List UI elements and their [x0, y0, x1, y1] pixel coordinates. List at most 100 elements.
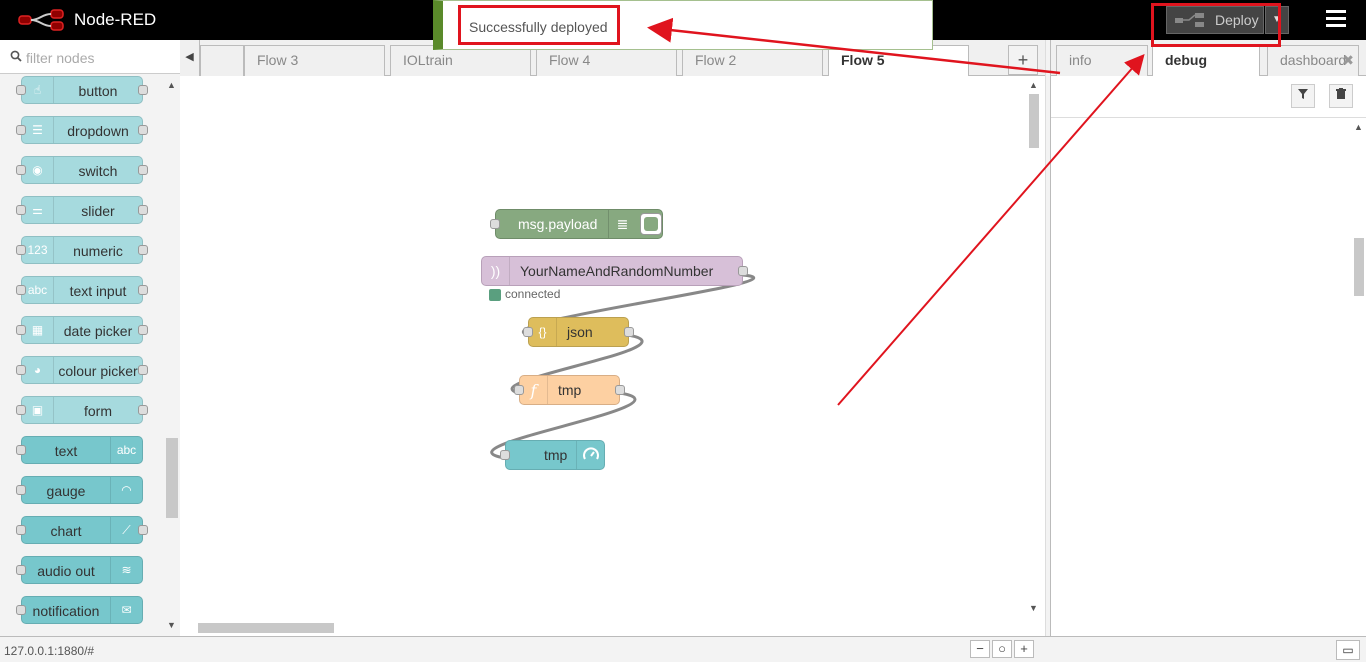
scroll-thumb[interactable]	[166, 438, 178, 518]
notification-text: Successfully deployed	[469, 19, 608, 35]
output-port[interactable]	[138, 165, 148, 175]
audio-icon: ≋	[110, 557, 142, 583]
deploy-button[interactable]: Deploy	[1166, 6, 1264, 34]
sidebar-tab-info[interactable]: info	[1056, 45, 1148, 76]
gauge-node[interactable]: tmp	[500, 440, 605, 470]
palette-node-label: text input	[69, 283, 127, 299]
scroll-thumb[interactable]	[1029, 94, 1039, 148]
close-icon[interactable]: ✖	[1342, 52, 1354, 69]
palette-node-gauge[interactable]: ◠ gauge	[16, 476, 143, 504]
input-port[interactable]	[514, 385, 524, 395]
palette-node-form[interactable]: ▣ form	[16, 396, 148, 424]
canvas-horizontal-scrollbar[interactable]	[180, 620, 1026, 636]
input-port[interactable]	[16, 485, 26, 495]
scroll-up-icon[interactable]: ▲	[1354, 122, 1363, 132]
output-port[interactable]	[138, 205, 148, 215]
tab-scroll-left-button[interactable]: ◀	[180, 40, 200, 76]
output-port[interactable]	[138, 125, 148, 135]
output-port[interactable]	[138, 85, 148, 95]
sidebar-scrollbar[interactable]: ▲	[1351, 118, 1366, 636]
palette-node-colour-picker[interactable]: ◕ colour picker	[16, 356, 148, 384]
input-port[interactable]	[16, 285, 26, 295]
palette-node-dropdown[interactable]: ☰ dropdown	[16, 116, 148, 144]
output-port[interactable]	[138, 525, 148, 535]
scroll-thumb[interactable]	[198, 623, 334, 633]
canvas-vertical-scrollbar[interactable]: ▲ ▼	[1026, 76, 1042, 621]
websocket-input-node[interactable]: )) YourNameAndRandomNumber	[481, 256, 748, 286]
zoom-in-button[interactable]: +	[1014, 640, 1034, 658]
monitor-button[interactable]: ▭	[1336, 640, 1360, 660]
output-port[interactable]	[738, 266, 748, 276]
envelope-icon: ✉	[110, 597, 142, 623]
flow-canvas[interactable]: msg.payload ≣ )) YourNameAndRandomNumber…	[180, 76, 1045, 636]
zoom-reset-button[interactable]: ○	[992, 640, 1012, 658]
palette-search[interactable]: filter nodes	[0, 40, 180, 74]
debug-toggle-button[interactable]	[640, 213, 662, 235]
filter-button[interactable]	[1291, 84, 1315, 108]
output-port[interactable]	[624, 327, 634, 337]
output-port[interactable]	[138, 245, 148, 255]
input-port[interactable]	[16, 445, 26, 455]
input-port[interactable]	[523, 327, 533, 337]
debug-node-label: msg.payload	[518, 216, 598, 232]
deploy-menu-button[interactable]: ▼	[1265, 6, 1289, 34]
output-port[interactable]	[138, 365, 148, 375]
input-port[interactable]	[16, 605, 26, 615]
palette-node-label: audio out	[37, 563, 95, 579]
output-port[interactable]	[138, 405, 148, 415]
input-port[interactable]	[500, 450, 510, 460]
input-port[interactable]	[16, 365, 26, 375]
palette-node-slider[interactable]: ⚌ slider	[16, 196, 148, 224]
clear-button[interactable]	[1329, 84, 1353, 108]
tab-hidden[interactable]	[200, 45, 244, 76]
output-port[interactable]	[615, 385, 625, 395]
output-port[interactable]	[138, 325, 148, 335]
input-port[interactable]	[16, 245, 26, 255]
status-text: connected	[505, 287, 561, 301]
input-port[interactable]	[16, 565, 26, 575]
calendar-icon: ▦	[22, 317, 54, 343]
function-node[interactable]: f tmp	[514, 375, 625, 405]
palette-node-chart[interactable]: ⟋ chart	[16, 516, 148, 544]
palette-node-label: text	[54, 443, 78, 459]
palette-node-button[interactable]: ☝ button	[16, 76, 148, 104]
debug-node[interactable]: msg.payload ≣	[490, 209, 663, 239]
input-port[interactable]	[16, 525, 26, 535]
add-flow-button[interactable]: +	[1008, 45, 1038, 75]
sidebar-tab-dashboard[interactable]: dashboard ✖	[1267, 45, 1359, 76]
input-port[interactable]	[16, 405, 26, 415]
json-node[interactable]: {} json	[523, 317, 634, 347]
scroll-down-icon[interactable]: ▼	[1029, 603, 1038, 613]
zoom-out-button[interactable]: −	[970, 640, 990, 658]
sidebar-tab-debug[interactable]: debug	[1152, 45, 1260, 77]
palette-scrollbar[interactable]: ▲ ▼	[164, 74, 180, 636]
status-indicator-icon	[489, 289, 501, 301]
deploy-label: Deploy	[1215, 12, 1259, 28]
input-port[interactable]	[16, 205, 26, 215]
input-port[interactable]	[16, 325, 26, 335]
output-port[interactable]	[138, 285, 148, 295]
input-port[interactable]	[16, 85, 26, 95]
scroll-up-icon[interactable]: ▲	[167, 80, 176, 90]
scroll-down-icon[interactable]: ▼	[167, 620, 176, 630]
palette-node-text-input[interactable]: abc text input	[16, 276, 148, 304]
palette-node-date-picker[interactable]: ▦ date picker	[16, 316, 148, 344]
scroll-thumb[interactable]	[1354, 238, 1364, 296]
palette-node-label: date picker	[63, 323, 133, 339]
main-menu-button[interactable]	[1326, 10, 1346, 30]
palette-node-switch[interactable]: ◉ switch	[16, 156, 148, 184]
123-icon: 123	[22, 237, 54, 263]
function-icon: f	[520, 376, 548, 404]
tab-flow-3[interactable]: Flow 3	[244, 45, 385, 76]
palette-node-numeric[interactable]: 123 numeric	[16, 236, 148, 264]
input-port[interactable]	[16, 125, 26, 135]
palette-node-audio-out[interactable]: ≋ audio out	[16, 556, 143, 584]
scroll-up-icon[interactable]: ▲	[1029, 80, 1038, 90]
search-input[interactable]: filter nodes	[26, 50, 94, 66]
palette-node-text[interactable]: abc text	[16, 436, 143, 464]
input-port[interactable]	[490, 219, 500, 229]
search-icon	[10, 50, 22, 62]
node-palette: filter nodes ☝ button ☰ dropdown ◉ switch ⚌ sli…	[0, 40, 180, 636]
input-port[interactable]	[16, 165, 26, 175]
palette-node-notification[interactable]: ✉ notification	[16, 596, 143, 624]
